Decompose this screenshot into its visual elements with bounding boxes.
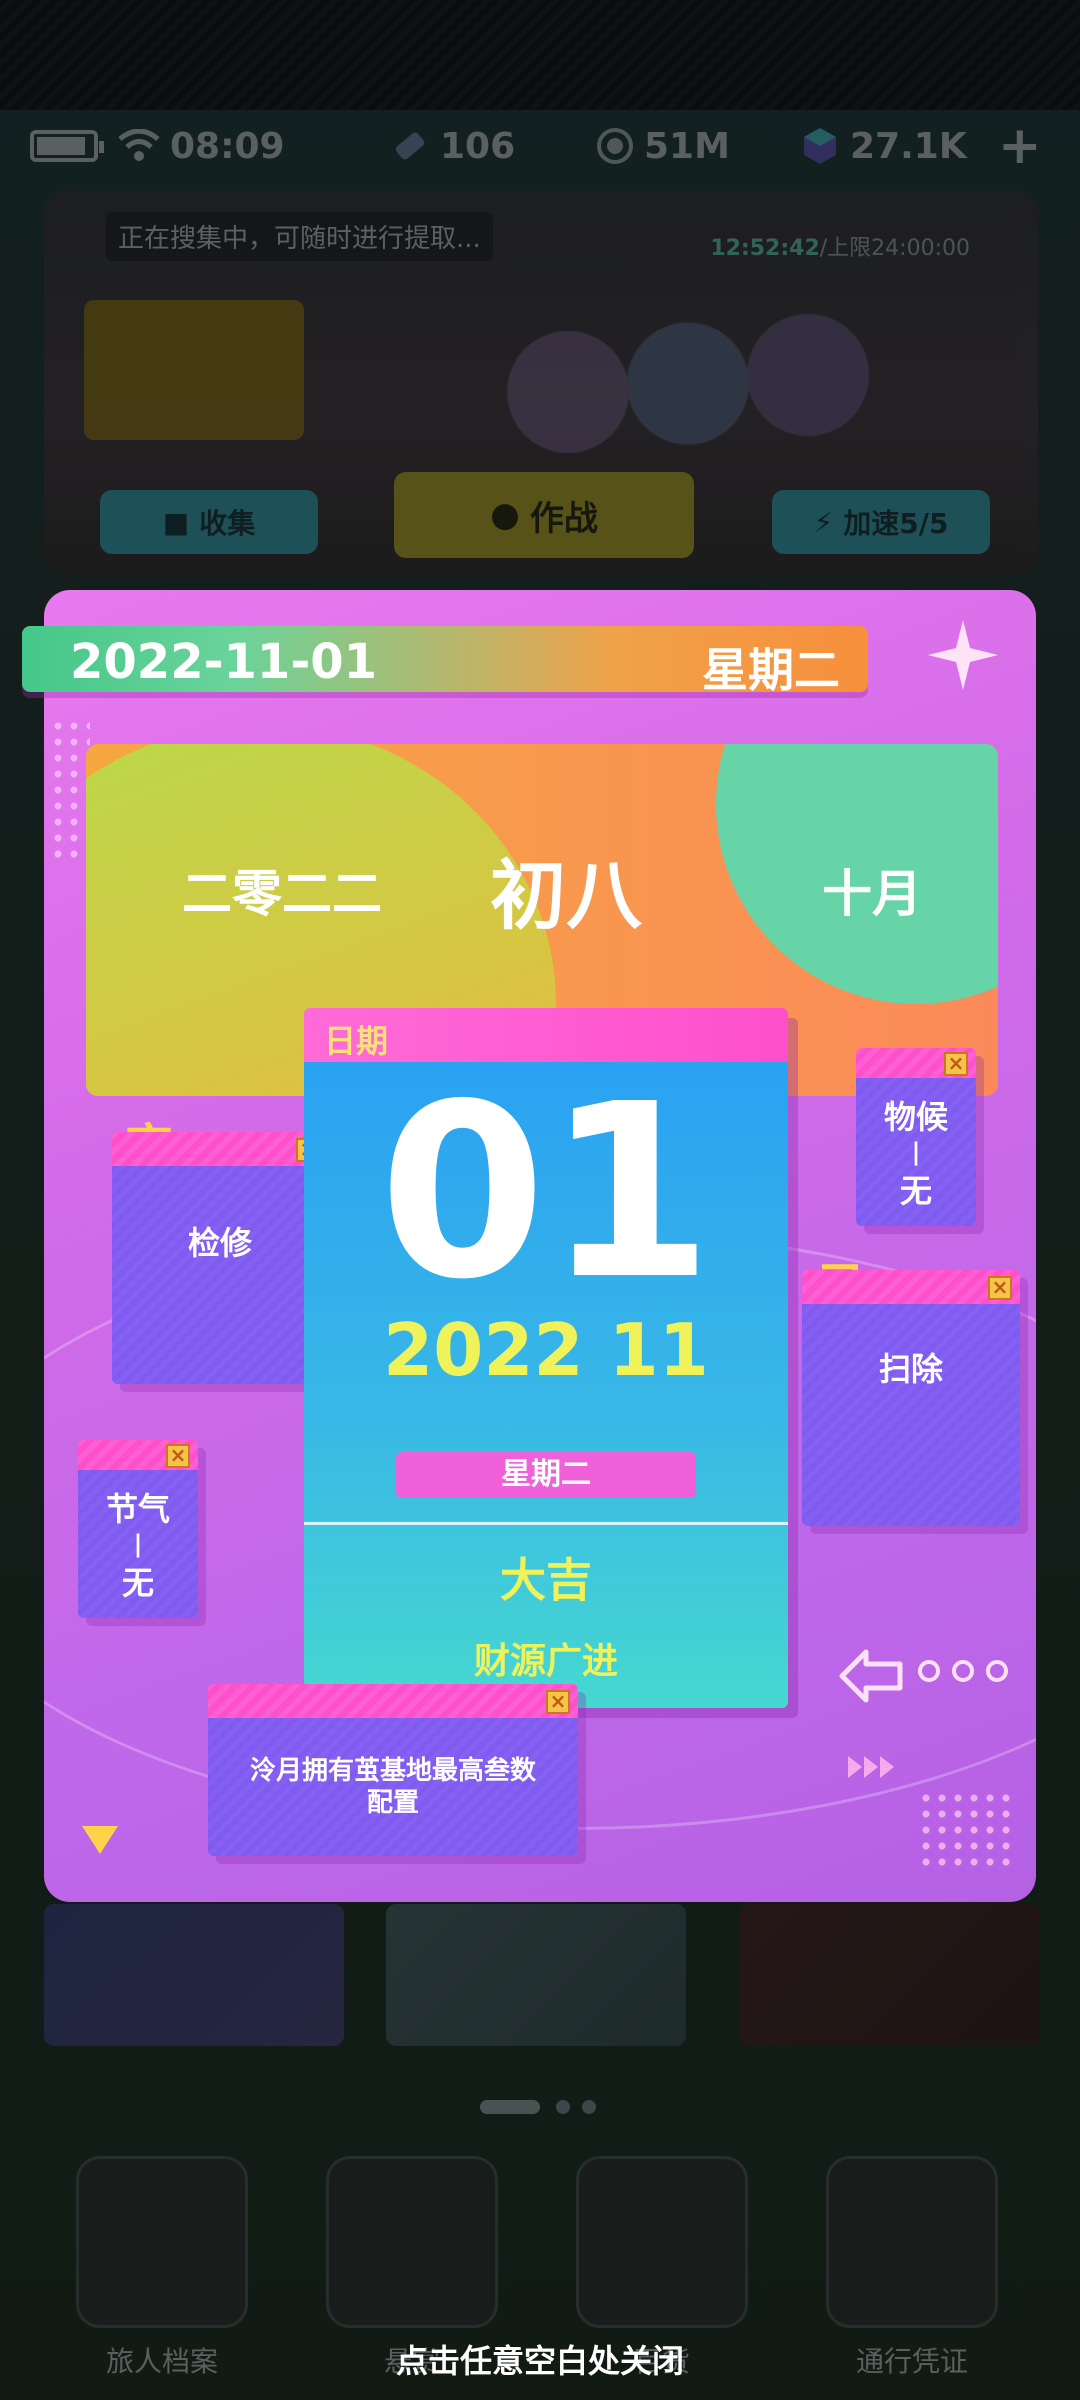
- lunar-year: 二零二二: [182, 865, 382, 923]
- avoid-window: × 扫除: [802, 1270, 1020, 1526]
- solar-term-label: 节气: [105, 1490, 170, 1528]
- fast-forward-icon: [848, 1756, 894, 1778]
- page-indicator-active: [480, 2100, 540, 2114]
- fortune-detail: 财源广进: [473, 1641, 618, 1682]
- divider: |: [133, 1530, 143, 1558]
- thumbnail-card[interactable]: [44, 1904, 344, 2046]
- suitable-text: 检修: [112, 1166, 328, 1384]
- date-banner: 2022-11-01 星期二: [22, 626, 868, 697]
- gregorian-date: 2022-11-01: [70, 634, 378, 690]
- thumbnail-card[interactable]: [740, 1904, 1040, 2046]
- day-number: 01: [379, 1052, 713, 1332]
- back-arrow-icon[interactable]: [836, 1646, 906, 1706]
- close-icon[interactable]: ×: [988, 1276, 1012, 1300]
- suitable-window: × 检修: [112, 1132, 328, 1384]
- decor-dots: [918, 1790, 1014, 1870]
- divider: [304, 1522, 788, 1525]
- phenology-label: 物候: [883, 1098, 948, 1136]
- note-window: × 泠月拥有茧基地最高叁数配置: [208, 1684, 578, 1856]
- decor-dots: [50, 718, 90, 858]
- dock-icon-traveler-archive[interactable]: [76, 2156, 248, 2328]
- close-icon[interactable]: ×: [166, 1444, 190, 1468]
- close-icon[interactable]: ×: [546, 1690, 570, 1714]
- lunar-day: 初八: [490, 851, 642, 940]
- thumbnail-card[interactable]: [386, 1904, 686, 2046]
- page-indicator: [556, 2100, 570, 2114]
- solar-term-value: 无: [121, 1564, 154, 1602]
- lunar-month: 十月: [822, 865, 922, 923]
- weekday-badge: 星期二: [396, 1452, 696, 1498]
- fortune: 大吉: [500, 1553, 592, 1607]
- triangle-decor-icon: [82, 1826, 118, 1854]
- note-text: 泠月拥有茧基地最高叁数配置: [208, 1718, 578, 1856]
- phenology-value: 无: [899, 1172, 932, 1210]
- divider: |: [911, 1138, 921, 1166]
- close-icon[interactable]: ×: [944, 1052, 968, 1076]
- page-indicator: [582, 2100, 596, 2114]
- phenology-window: × 物候 | 无: [856, 1048, 976, 1226]
- sparkle-icon: [928, 620, 998, 690]
- date-window: 日期 01 2022 11 星期二 大吉 财源广进: [304, 1008, 788, 1708]
- dock-icon-forum[interactable]: [326, 2156, 498, 2328]
- dock-icon-pass[interactable]: [826, 2156, 998, 2328]
- page-dot[interactable]: [986, 1660, 1008, 1682]
- avoid-text: 扫除: [802, 1304, 1020, 1526]
- solar-term-window: × 节气 | 无: [78, 1440, 198, 1618]
- year-month: 2022 11: [383, 1308, 709, 1392]
- page-dot[interactable]: [952, 1660, 974, 1682]
- close-hint[interactable]: 点击任意空白处关闭: [0, 2336, 1080, 2382]
- dock-icon-peru-store[interactable]: [576, 2156, 748, 2328]
- page-dot[interactable]: [918, 1660, 940, 1682]
- weekday-label: 星期二: [702, 643, 840, 697]
